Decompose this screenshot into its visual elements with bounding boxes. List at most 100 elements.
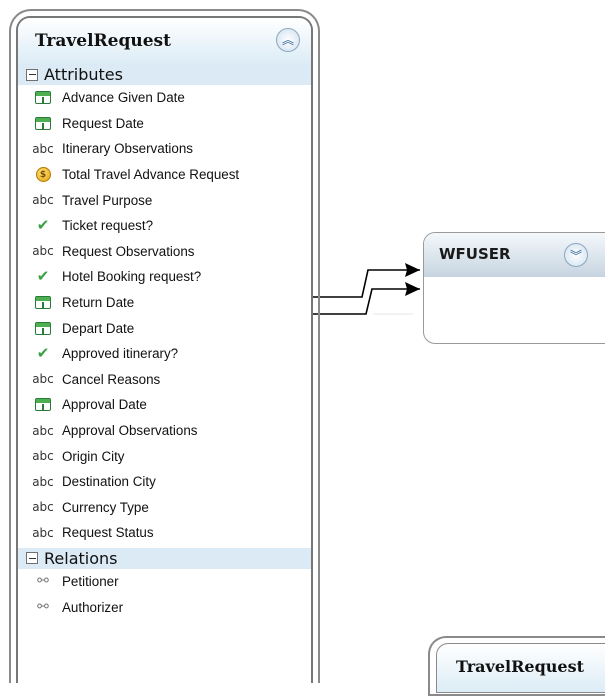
attribute-item[interactable]: Return Date [18,290,311,316]
wfuser-title: WFUSER [439,245,511,263]
attributes-list: Advance Given Date Request Date abc Itinera… [18,85,311,546]
attribute-item[interactable]: Approval Date [18,392,311,418]
attribute-item[interactable]: abc Origin City [18,443,311,469]
abc-text-icon: abc [32,244,54,259]
row-icon-slot: ✔ [28,218,58,233]
row-icon-slot: abc [28,372,58,386]
attribute-item[interactable]: abc Travel Purpose [18,187,311,213]
abc-text-icon: abc [32,525,54,540]
attribute-item-label: Cancel Reasons [62,371,161,387]
relations-list: ⚯ Petitioner ⚯ Authorizer [18,569,311,620]
row-icon-slot: abc [28,475,58,489]
collapse-icon[interactable]: ︽ [276,28,300,52]
collapse-toggle-icon[interactable] [26,68,38,81]
connector-line-2 [313,288,420,315]
row-icon-slot: ✔ [28,346,58,361]
entity-wfuser[interactable]: WFUSER ︾ [423,232,605,344]
attributes-section-label: Attributes [44,65,123,84]
attribute-item-label: Hotel Booking request? [62,269,202,285]
attribute-item-label: Advance Given Date [62,90,185,106]
attribute-item[interactable]: Advance Given Date [18,85,311,111]
attribute-item-label: Depart Date [62,320,135,336]
relation-icon: ⚯ [37,573,49,590]
second-entity-title: TravelRequest [456,657,584,676]
attribute-item[interactable]: abc Cancel Reasons [18,367,311,393]
attribute-item-label: Travel Purpose [62,192,153,208]
entity-header[interactable]: TravelRequest ︽ [18,18,311,64]
attribute-item[interactable]: Request Date [18,111,311,137]
expand-icon[interactable]: ︾ [564,243,588,267]
relations-section-label: Relations [44,548,118,568]
row-icon-slot: abc [28,424,58,438]
row-icon-slot [28,321,58,335]
wfuser-header[interactable]: WFUSER ︾ [424,233,605,277]
abc-text-icon: abc [32,500,54,515]
row-icon-slot: abc [28,142,58,156]
connector-arrowhead-2 [405,282,420,296]
relation-item[interactable]: ⚯ Authorizer [18,594,311,620]
row-icon-slot: abc [28,500,58,514]
abc-text-icon: abc [32,372,54,387]
attribute-item-label: Return Date [62,295,135,311]
abc-text-icon: abc [32,474,54,489]
row-icon-slot: abc [28,193,58,207]
row-icon-slot: ⚯ [28,573,58,589]
attribute-item[interactable]: abc Currency Type [18,495,311,521]
collapse-toggle-icon[interactable] [26,552,38,565]
attribute-item-label: Destination City [62,474,156,490]
attribute-item[interactable]: ✔ Approved itinerary? [18,341,311,367]
attribute-item-label: Currency Type [62,499,149,515]
relation-item-label: Petitioner [62,573,119,589]
row-icon-slot: ✔ [28,269,58,284]
relation-item-label: Authorizer [62,599,124,615]
attribute-item[interactable]: abc Destination City [18,469,311,495]
row-icon-slot: ⚯ [28,599,58,615]
row-icon-slot [28,91,58,105]
connector-line-1 [313,269,420,298]
attribute-item-label: Request Observations [62,243,195,259]
attribute-item[interactable]: ✔ Hotel Booking request? [18,264,311,290]
abc-text-icon: abc [32,423,54,438]
attribute-item-label: Itinerary Observations [62,141,193,157]
row-icon-slot [28,398,58,412]
currency-coin-icon: $ [35,167,51,183]
attribute-item-label: Approved itinerary? [62,346,179,362]
attribute-item-label: Approval Date [62,397,147,413]
abc-text-icon: abc [32,193,54,208]
calendar-icon [35,91,51,105]
calendar-icon [35,296,51,310]
row-icon-slot: $ [28,167,58,183]
entity-travelrequest[interactable]: TravelRequest ︽ Attributes Advance Given… [16,16,313,683]
relation-icon: ⚯ [37,599,49,616]
connector-arrowhead-1 [405,263,420,277]
attribute-item[interactable]: ✔ Ticket request? [18,213,311,239]
abc-text-icon: abc [32,141,54,156]
checkmark-icon: ✔ [36,216,50,235]
attribute-item-label: Ticket request? [62,218,154,234]
attributes-section-header[interactable]: Attributes [18,64,311,85]
row-icon-slot: abc [28,526,58,540]
attribute-item-label: Request Status [62,525,154,541]
relations-section-header[interactable]: Relations [18,547,311,569]
attribute-item-label: Request Date [62,115,144,131]
attribute-item[interactable]: abc Approval Observations [18,418,311,444]
attribute-item[interactable]: abc Request Status [18,520,311,546]
row-icon-slot [28,116,58,130]
attribute-item[interactable]: $ Total Travel Advance Request [18,162,311,188]
relation-item[interactable]: ⚯ Petitioner [18,569,311,595]
attribute-item-label: Approval Observations [62,423,198,439]
row-icon-slot: abc [28,244,58,258]
checkmark-icon: ✔ [36,344,50,363]
entity-title: TravelRequest [35,31,171,51]
row-icon-slot: abc [28,449,58,463]
calendar-icon [35,321,51,335]
checkmark-icon: ✔ [36,267,50,286]
attribute-item-label: Origin City [62,448,125,464]
attribute-item[interactable]: abc Request Observations [18,239,311,265]
attribute-item-label: Total Travel Advance Request [62,167,240,183]
calendar-icon [35,116,51,130]
abc-text-icon: abc [32,449,54,464]
attribute-item[interactable]: abc Itinerary Observations [18,136,311,162]
calendar-icon [35,398,51,412]
attribute-item[interactable]: Depart Date [18,315,311,341]
